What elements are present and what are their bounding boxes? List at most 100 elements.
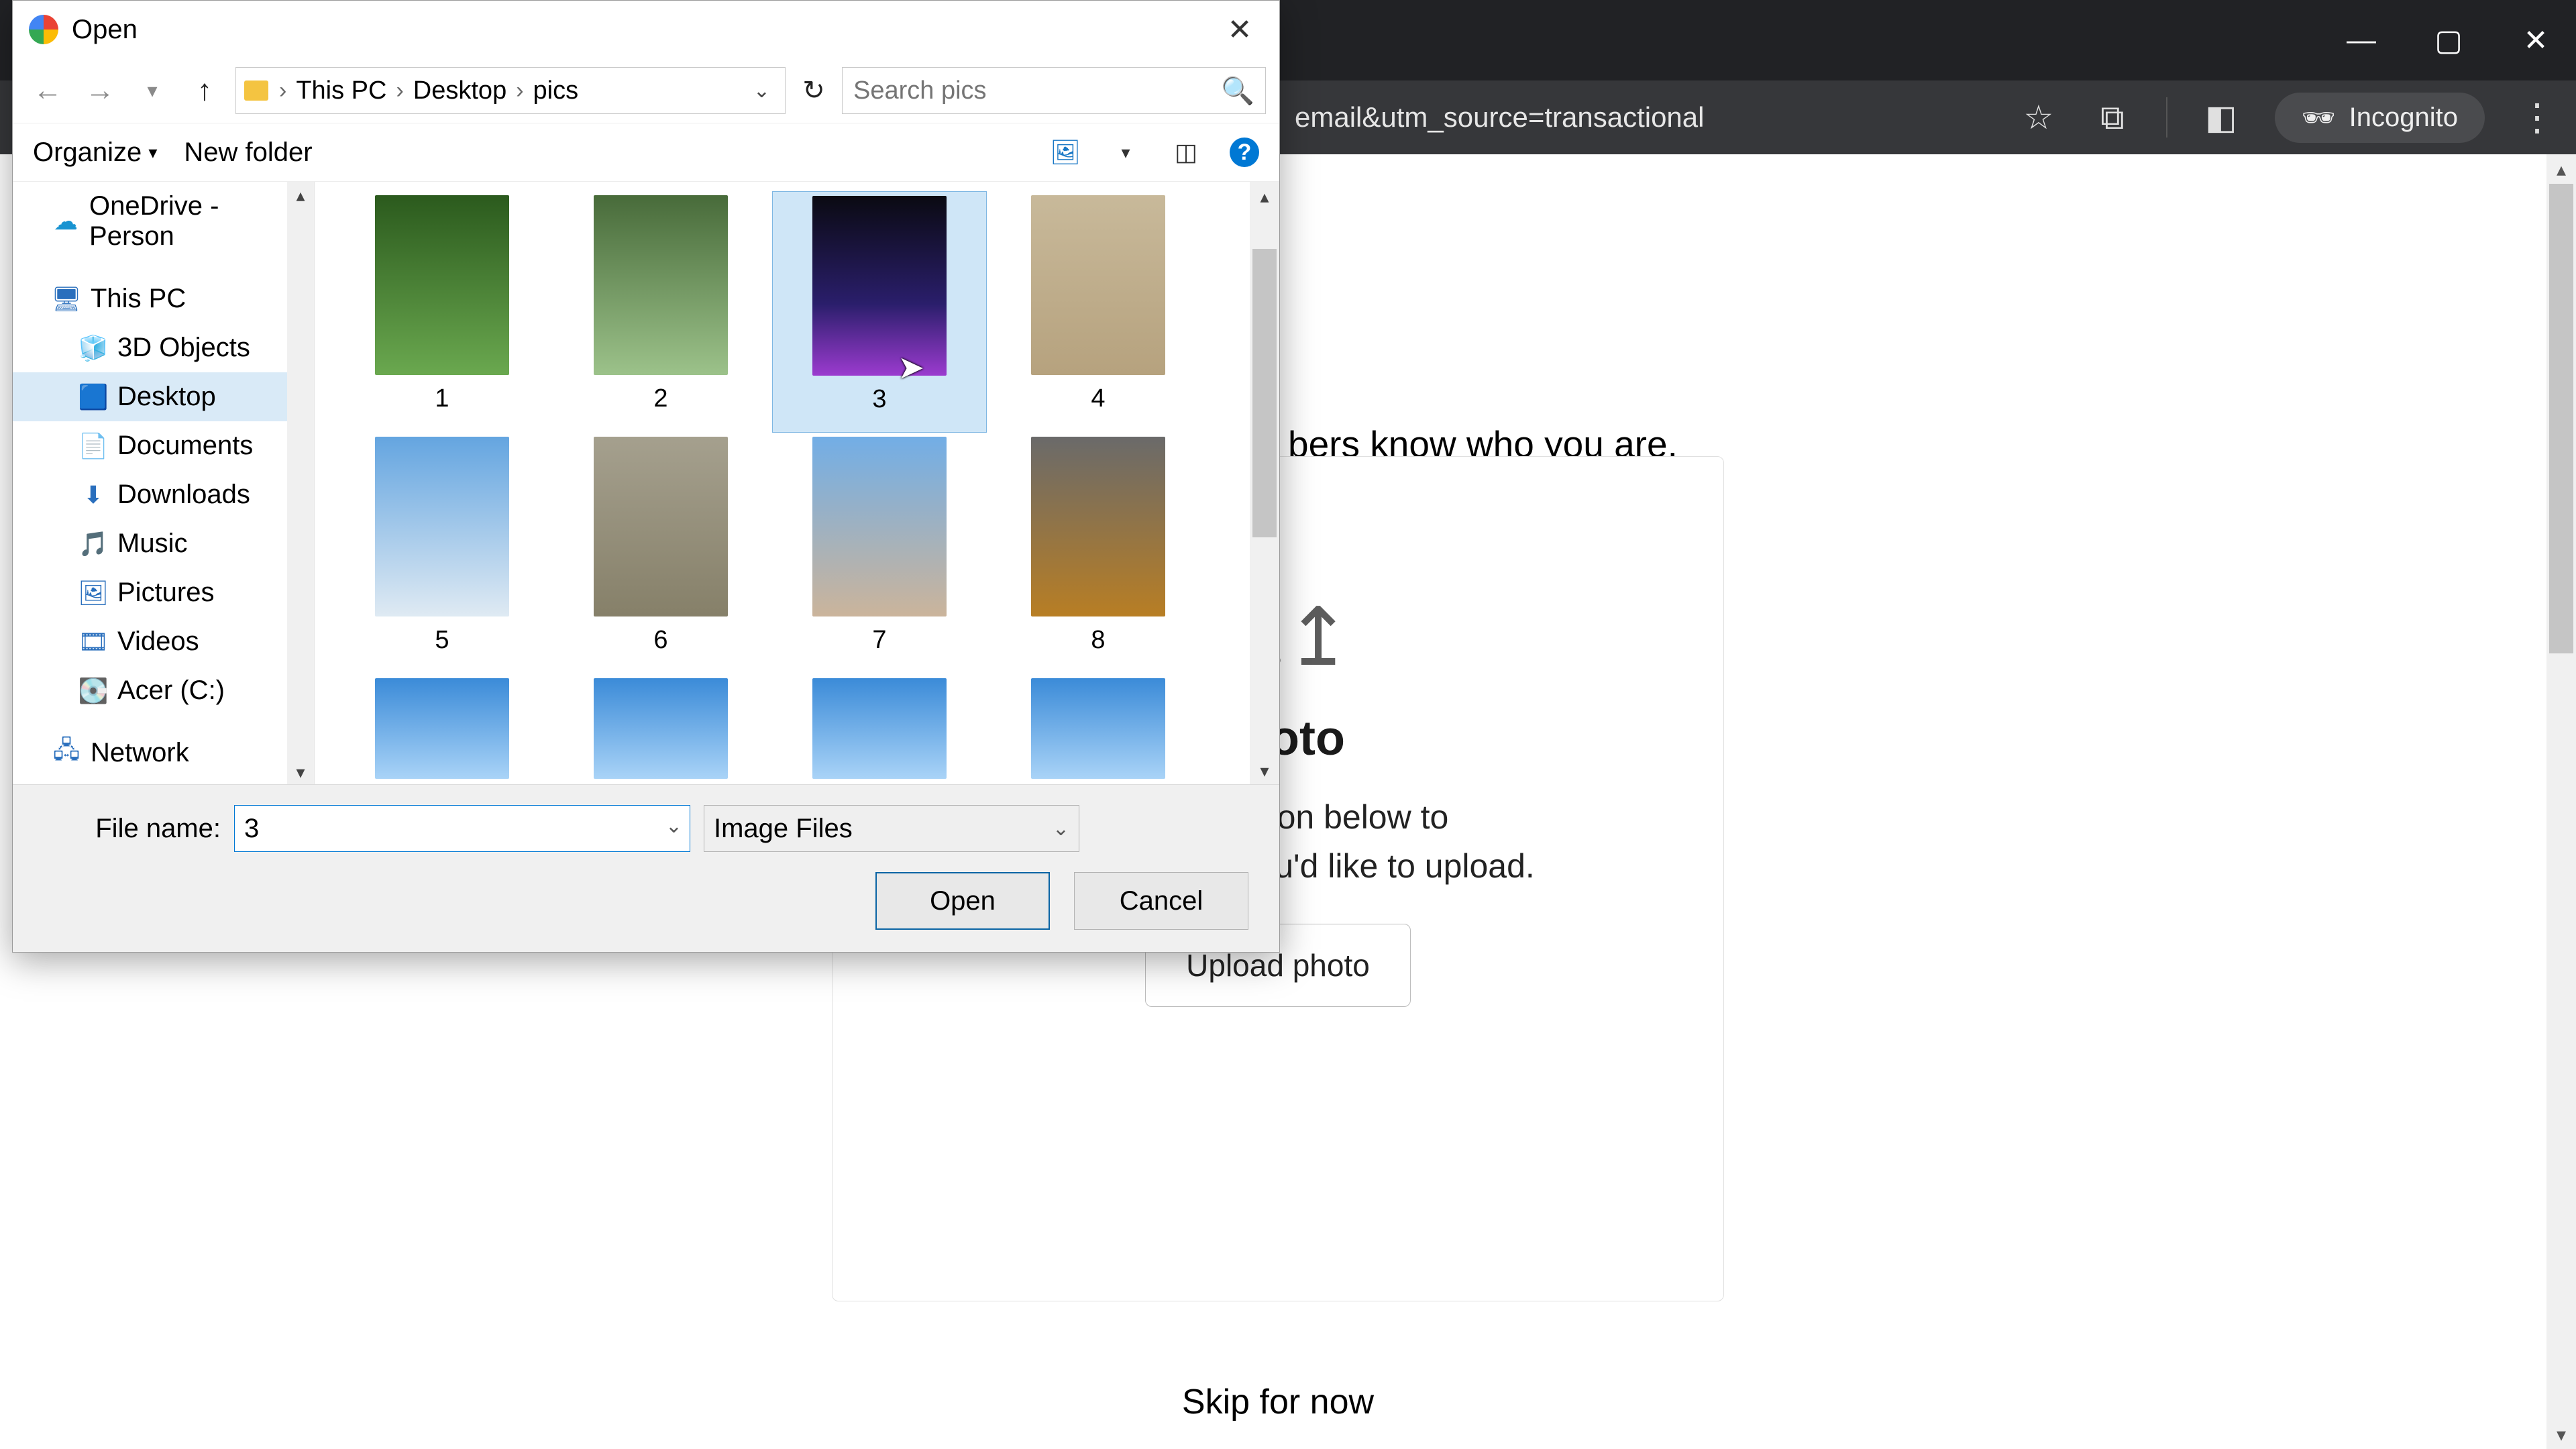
incognito-indicator[interactable]: 🕶 Incognito: [2275, 93, 2485, 143]
scroll-down-icon[interactable]: ▾: [1250, 756, 1279, 786]
file-item-4[interactable]: 4: [991, 191, 1205, 433]
dialog-body: ☁OneDrive - Person 🖥This PC 🧊3D Objects …: [13, 182, 1279, 786]
tree-label: OneDrive - Person: [89, 191, 301, 252]
chevron-right-icon[interactable]: ›: [396, 78, 403, 104]
nav-back-button[interactable]: ←: [26, 69, 69, 112]
address-bar-text[interactable]: email&utm_source=transactional: [1295, 101, 1704, 133]
music-icon: 🎵: [80, 531, 107, 557]
tree-item-network[interactable]: 🖧Network: [13, 729, 314, 777]
refresh-button[interactable]: ↻: [795, 75, 833, 106]
organize-menu[interactable]: Organize ▾: [33, 138, 157, 168]
file-name-input[interactable]: [234, 805, 690, 852]
tree-item-this-pc[interactable]: 🖥This PC: [13, 274, 314, 323]
file-open-dialog: Open ✕ ← → ▾ ↑ › This PC › Desktop › pic…: [12, 0, 1280, 953]
tree-item-desktop[interactable]: 🟦Desktop: [13, 372, 314, 421]
preview-pane-button[interactable]: ◫: [1169, 139, 1203, 166]
side-panel-icon[interactable]: ◧: [2201, 97, 2241, 138]
tree-item-onedrive[interactable]: ☁OneDrive - Person: [13, 182, 314, 261]
view-mode-dropdown[interactable]: ▾: [1109, 139, 1142, 166]
thumbnail-icon: [1031, 678, 1165, 779]
file-item-1[interactable]: 1: [335, 191, 549, 433]
scroll-up-icon[interactable]: ▴: [1250, 182, 1279, 211]
file-name-label: File name:: [40, 814, 221, 844]
page-scrollbar[interactable]: ▴ ▾: [2546, 154, 2576, 1449]
tree-item-pictures[interactable]: 🖼Pictures: [13, 568, 314, 617]
tree-label: Videos: [117, 627, 199, 657]
crumb-pics[interactable]: pics: [529, 76, 583, 105]
files-scrollbar[interactable]: ▴ ▾: [1250, 182, 1279, 786]
crumb-desktop[interactable]: Desktop: [409, 76, 511, 105]
tree-item-documents[interactable]: 📄 Documents: [13, 421, 314, 470]
file-grid-pane: 1 2 3 4 5 6 7 8 ▴ ▾: [315, 182, 1279, 786]
thumbnail-icon: [812, 196, 947, 376]
tree-label: Music: [117, 529, 187, 559]
window-maximize-button[interactable]: ▢: [2428, 20, 2469, 60]
file-grid: 1 2 3 4 5 6 7 8: [335, 191, 1239, 786]
nav-recent-dropdown[interactable]: ▾: [131, 69, 174, 112]
file-item-8[interactable]: 8: [991, 433, 1205, 674]
search-icon[interactable]: 🔍: [1221, 75, 1254, 107]
search-box[interactable]: 🔍: [842, 67, 1266, 114]
incognito-label: Incognito: [2349, 103, 2458, 133]
thumbnail-icon: [1031, 437, 1165, 616]
tree-item-music[interactable]: 🎵 Music: [13, 519, 314, 568]
document-icon: 📄: [80, 433, 107, 460]
chevron-down-icon: ▾: [148, 142, 157, 163]
file-type-filter[interactable]: Image Files ⌄: [704, 805, 1079, 852]
dialog-titlebar: Open ✕: [13, 1, 1279, 58]
thumbnail-icon: [594, 195, 728, 375]
bookmark-star-icon[interactable]: ☆: [2019, 97, 2059, 138]
thumbnail-icon: [812, 437, 947, 616]
chevron-down-icon: ⌄: [1053, 817, 1069, 841]
scroll-up-icon[interactable]: ▴: [2546, 154, 2576, 184]
file-item-6[interactable]: 6: [553, 433, 768, 674]
open-button[interactable]: Open: [875, 872, 1050, 930]
file-item-7[interactable]: 7: [772, 433, 987, 674]
cube-icon: 🧊: [80, 335, 107, 362]
file-label: 8: [1091, 626, 1105, 655]
folder-tree: ☁OneDrive - Person 🖥This PC 🧊3D Objects …: [13, 182, 315, 786]
dialog-close-button[interactable]: ✕: [1216, 13, 1263, 47]
download-icon: ⬇: [80, 482, 107, 508]
chevron-right-icon[interactable]: ›: [279, 78, 286, 104]
view-mode-button[interactable]: 🖼: [1049, 139, 1082, 166]
drive-icon: 💽: [80, 678, 107, 704]
tree-item-3d-objects[interactable]: 🧊3D Objects: [13, 323, 314, 372]
cancel-button[interactable]: Cancel: [1074, 872, 1248, 930]
tree-scrollbar[interactable]: ▴ ▾: [287, 182, 314, 786]
file-item-2[interactable]: 2: [553, 191, 768, 433]
chevron-right-icon[interactable]: ›: [516, 78, 523, 104]
crumb-dropdown-icon[interactable]: ⌄: [747, 79, 777, 103]
help-button[interactable]: ?: [1230, 138, 1259, 167]
scroll-up-icon[interactable]: ▴: [287, 182, 314, 209]
chrome-logo-icon: [29, 15, 58, 44]
scroll-thumb[interactable]: [2549, 184, 2573, 653]
new-folder-button[interactable]: New folder: [184, 138, 312, 168]
tree-item-videos[interactable]: 🎞Videos: [13, 617, 314, 666]
file-label: 5: [435, 626, 449, 655]
chrome-menu-button[interactable]: ⋮: [2518, 95, 2556, 140]
organize-label: Organize: [33, 138, 142, 168]
scroll-thumb[interactable]: [1252, 249, 1277, 537]
chevron-down-icon[interactable]: ⌄: [665, 814, 682, 838]
search-input[interactable]: [853, 76, 1221, 105]
file-item-3[interactable]: 3: [772, 191, 987, 433]
tree-item-acer-c[interactable]: 💽Acer (C:): [13, 666, 314, 715]
crumb-this-pc[interactable]: This PC: [292, 76, 390, 105]
incognito-icon: 🕶: [2302, 102, 2336, 133]
skip-link[interactable]: Skip for now: [832, 1382, 1724, 1422]
extensions-icon[interactable]: ⧉: [2092, 97, 2133, 138]
tree-label: Documents: [117, 431, 253, 461]
nav-up-button[interactable]: ↑: [183, 69, 226, 112]
file-item-5[interactable]: 5: [335, 433, 549, 674]
window-minimize-button[interactable]: —: [2341, 20, 2381, 60]
breadcrumb[interactable]: › This PC › Desktop › pics ⌄: [235, 67, 786, 114]
scroll-down-icon[interactable]: ▾: [2546, 1419, 2576, 1449]
thumbnail-icon: [594, 437, 728, 616]
divider: [2166, 97, 2167, 138]
nav-forward-button[interactable]: →: [78, 69, 121, 112]
scroll-down-icon[interactable]: ▾: [287, 759, 314, 786]
tree-item-downloads[interactable]: ⬇Downloads: [13, 470, 314, 519]
window-close-button[interactable]: ✕: [2516, 20, 2556, 60]
dialog-footer: File name: ⌄ Image Files ⌄ Open Cancel: [13, 784, 1279, 952]
